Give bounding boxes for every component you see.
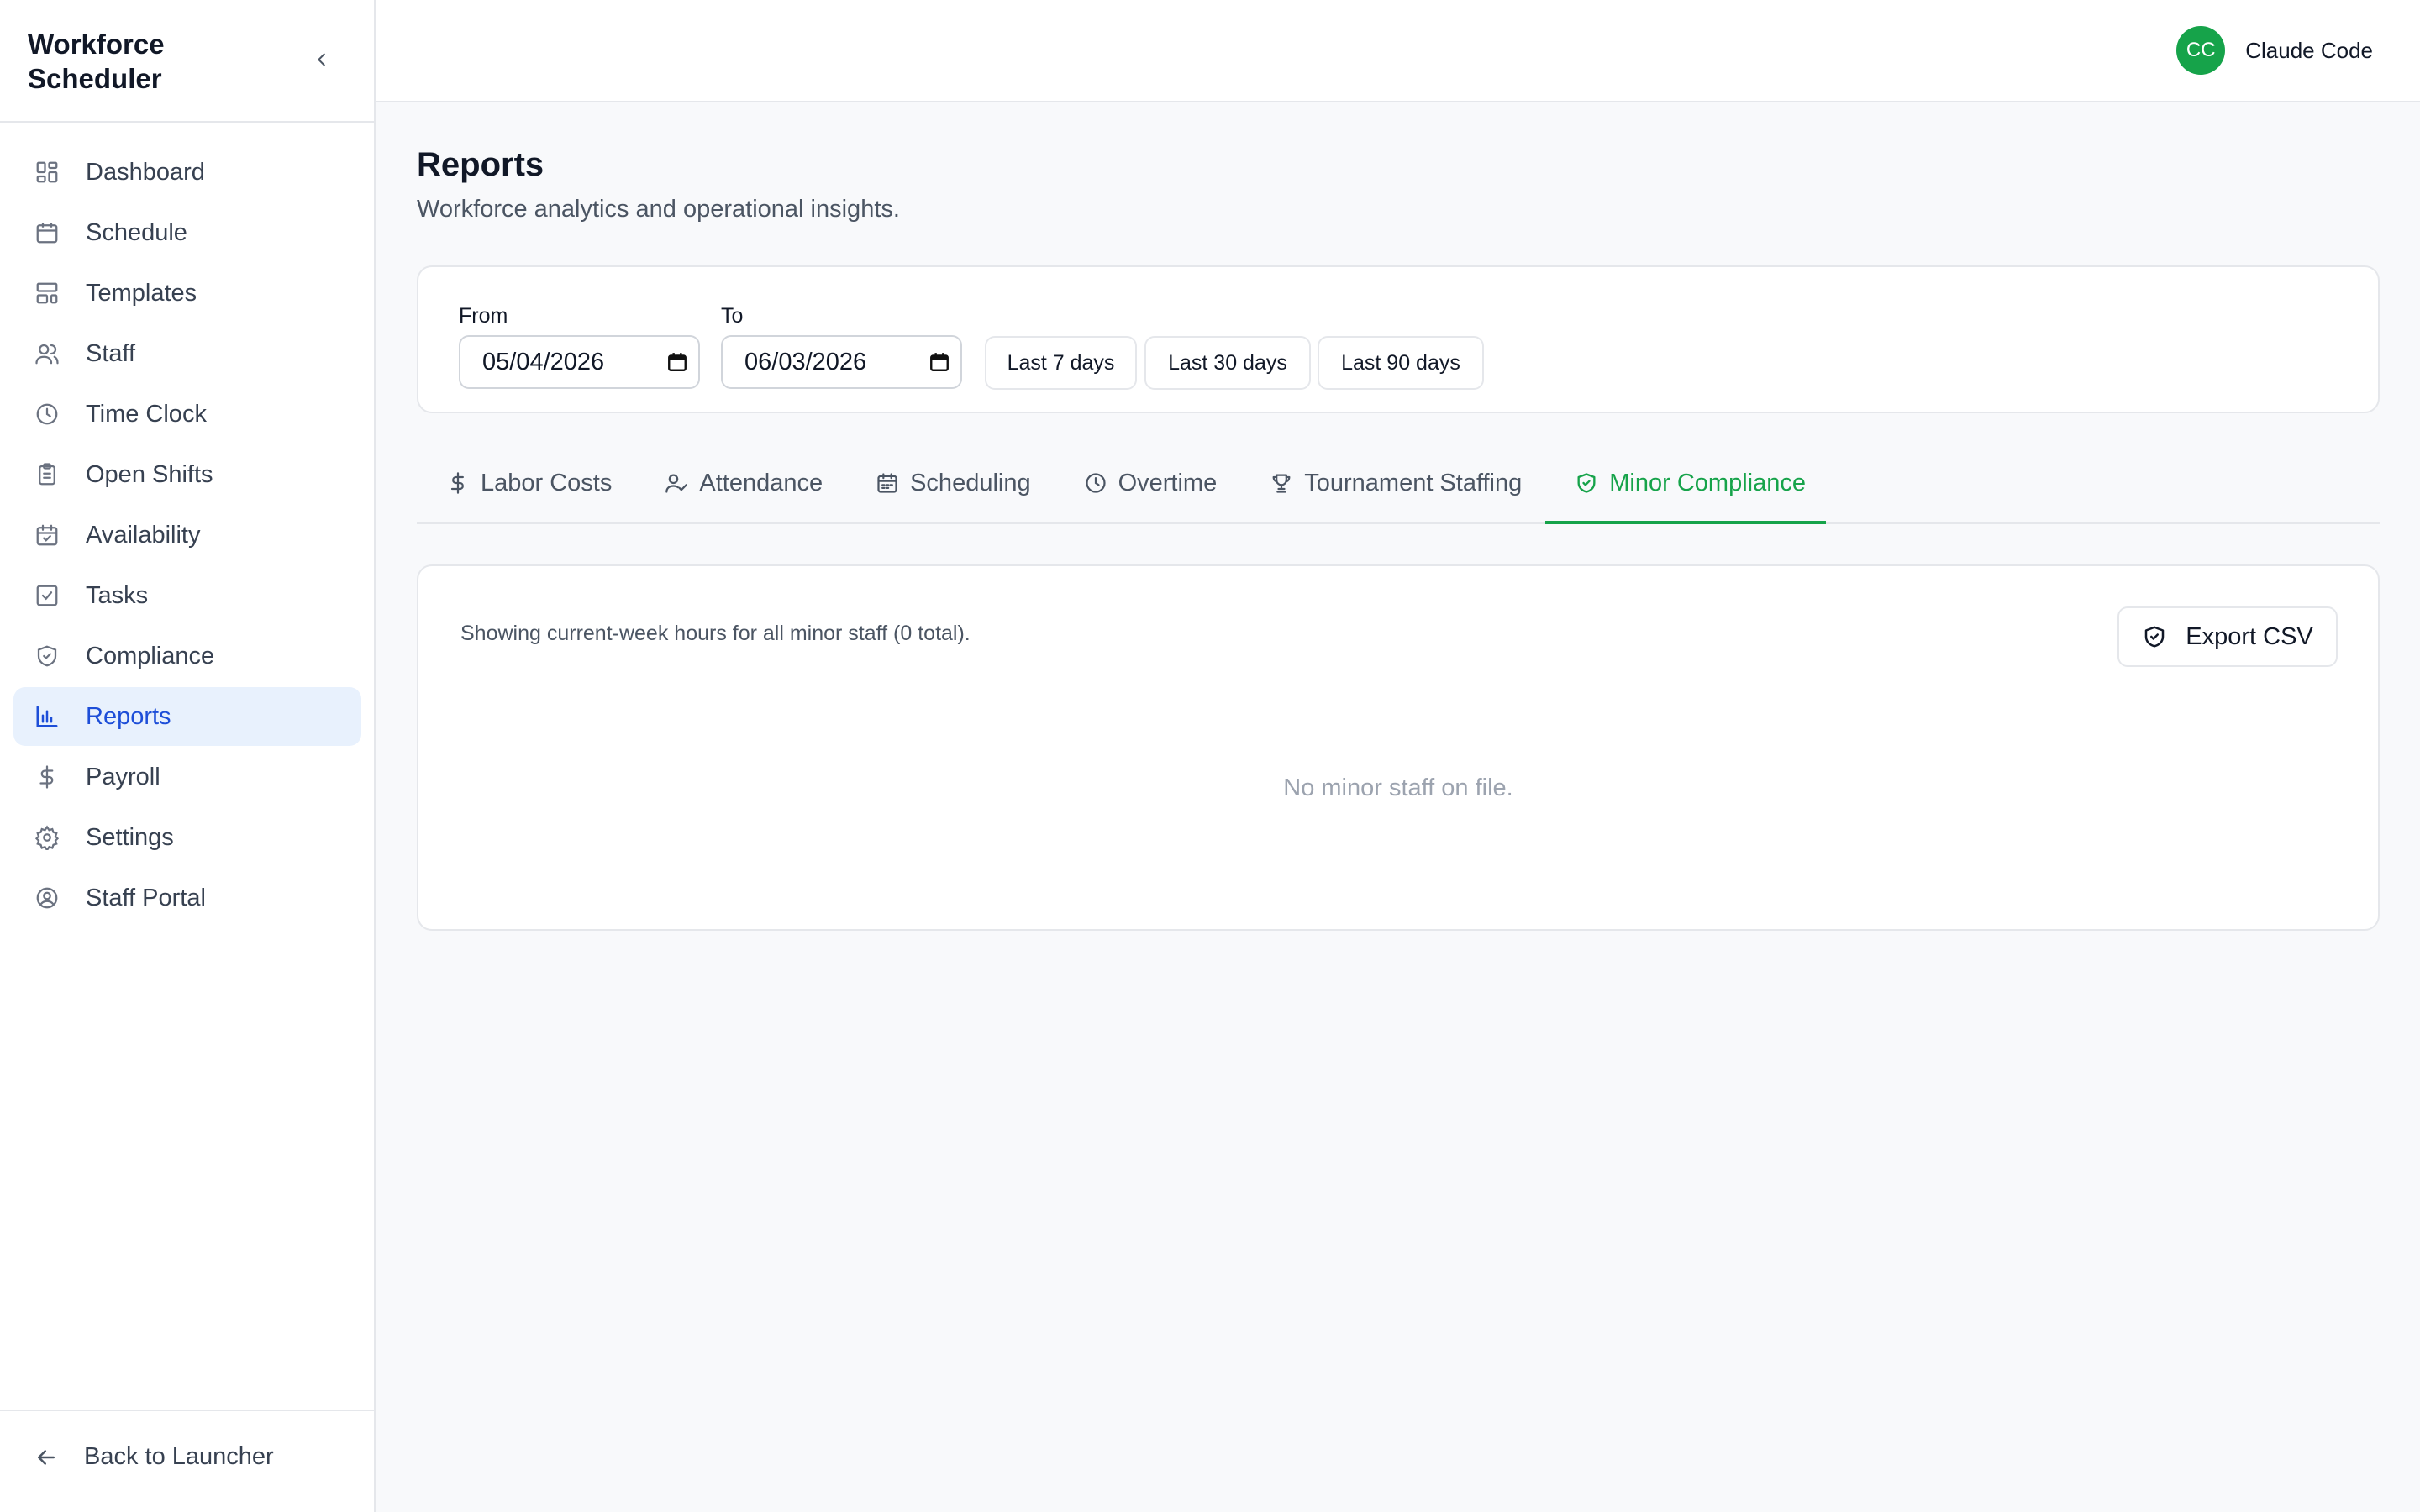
to-date-value: 06/03/2026 [744, 348, 867, 375]
from-date-value: 05/04/2026 [482, 348, 605, 375]
app-title: Workforce Scheduler [28, 29, 165, 94]
date-filter-card: From 05/04/2026 To 06/03/2026 Last 7 day… [417, 265, 2380, 413]
sidebar-item-staff-portal[interactable]: Staff Portal [13, 869, 361, 927]
sidebar-item-label: Schedule [86, 218, 187, 246]
page-subtitle: Workforce analytics and operational insi… [417, 196, 900, 223]
tab-tournament-staffing[interactable]: Tournament Staffing [1240, 449, 1542, 524]
sidebar-item-settings[interactable]: Settings [13, 808, 361, 867]
from-date-input[interactable]: 05/04/2026 [459, 335, 700, 389]
tab-scheduling[interactable]: Scheduling [846, 449, 1051, 524]
clock-icon [34, 401, 60, 428]
last-7-days-button[interactable]: Last 7 days [985, 336, 1137, 390]
export-csv-label: Export CSV [2186, 622, 2313, 650]
to-date-input[interactable]: 06/03/2026 [721, 335, 962, 389]
tab-overtime[interactable]: Overtime [1055, 449, 1238, 524]
main-content: Reports Workforce analytics and operatio… [417, 102, 2380, 931]
user-menu[interactable]: CC Claude Code [2176, 26, 2373, 75]
from-field: From 05/04/2026 [459, 304, 700, 389]
tab-label: Overtime [1118, 469, 1218, 496]
sidebar-item-dashboard[interactable]: Dashboard [13, 143, 361, 202]
dashboard-icon [34, 159, 60, 186]
sidebar-item-label: Dashboard [86, 158, 205, 186]
sidebar-item-reports[interactable]: Reports [13, 687, 361, 746]
bar-chart-icon [34, 703, 60, 730]
sidebar-item-payroll[interactable]: Payroll [13, 748, 361, 806]
tab-attendance[interactable]: Attendance [635, 449, 843, 524]
to-field: To 06/03/2026 [721, 304, 962, 389]
sidebar-item-label: Availability [86, 521, 201, 549]
tab-label: Minor Compliance [1609, 469, 1806, 496]
tab-label: Attendance [699, 469, 823, 496]
clock-icon [1083, 470, 1108, 496]
sidebar-item-label: Settings [86, 823, 174, 851]
template-icon [34, 280, 60, 307]
from-label: From [459, 304, 508, 328]
empty-state-message: No minor staff on file. [1283, 774, 1513, 801]
sidebar-item-time-clock[interactable]: Time Clock [13, 385, 361, 444]
sidebar-item-label: Templates [86, 279, 197, 307]
to-label: To [721, 304, 744, 328]
report-tabs: Labor Costs Attendance Scheduling Overti… [417, 447, 2380, 524]
sidebar-header: Workforce Scheduler [0, 0, 374, 123]
dollar-icon [34, 764, 60, 790]
tab-label: Scheduling [910, 469, 1031, 496]
arrow-left-icon [34, 1445, 59, 1470]
report-summary: Showing current-week hours for all minor… [460, 622, 971, 645]
sidebar-item-label: Reports [86, 702, 171, 730]
gear-icon [34, 824, 60, 851]
minor-compliance-report: Showing current-week hours for all minor… [417, 564, 2380, 931]
sidebar-item-label: Staff [86, 339, 136, 367]
sidebar-item-compliance[interactable]: Compliance [13, 627, 361, 685]
sidebar-item-schedule[interactable]: Schedule [13, 203, 361, 262]
tab-label: Tournament Staffing [1304, 469, 1523, 496]
sidebar-item-label: Time Clock [86, 400, 207, 428]
last-30-days-button[interactable]: Last 30 days [1144, 336, 1311, 390]
dollar-icon [445, 470, 471, 496]
export-csv-button[interactable]: Export CSV [2118, 606, 2338, 667]
sidebar-footer: Back to Launcher [0, 1410, 376, 1512]
avatar: CC [2176, 26, 2226, 75]
shield-check-icon [2142, 624, 2167, 649]
calendar-icon [875, 470, 900, 496]
sidebar-nav: Dashboard Schedule Templates Staff Time … [13, 143, 361, 929]
back-to-launcher-link[interactable]: Back to Launcher [34, 1443, 274, 1471]
tab-labor-costs[interactable]: Labor Costs [417, 449, 632, 524]
page-title: Reports [417, 146, 544, 183]
checkbox-icon [34, 582, 60, 609]
calendar-check-icon [34, 522, 60, 549]
users-icon [34, 340, 60, 367]
sidebar: Workforce Scheduler Dashboard Schedule T… [0, 0, 376, 1512]
user-check-icon [664, 470, 689, 496]
shield-icon [34, 643, 60, 669]
sidebar-item-label: Staff Portal [86, 884, 206, 911]
sidebar-item-availability[interactable]: Availability [13, 506, 361, 564]
trophy-icon [1269, 470, 1294, 496]
calendar-icon [34, 219, 60, 246]
sidebar-item-label: Payroll [86, 763, 160, 790]
sidebar-item-templates[interactable]: Templates [13, 264, 361, 323]
sidebar-item-tasks[interactable]: Tasks [13, 566, 361, 625]
collapse-sidebar-button[interactable] [307, 45, 337, 75]
clipboard-icon [34, 461, 60, 488]
sidebar-item-label: Open Shifts [86, 460, 213, 488]
shield-check-icon [1574, 470, 1599, 496]
tab-label: Labor Costs [481, 469, 613, 496]
sidebar-item-staff[interactable]: Staff [13, 324, 361, 383]
calendar-picker-icon[interactable] [929, 351, 950, 373]
tab-minor-compliance[interactable]: Minor Compliance [1545, 449, 1826, 524]
sidebar-item-open-shifts[interactable]: Open Shifts [13, 445, 361, 504]
sidebar-item-label: Tasks [86, 581, 149, 609]
user-circle-icon [34, 885, 60, 911]
chevron-left-icon [313, 50, 331, 69]
user-name: Claude Code [2245, 37, 2373, 63]
sidebar-item-label: Compliance [86, 642, 215, 669]
last-90-days-button[interactable]: Last 90 days [1318, 336, 1484, 390]
top-bar: CC Claude Code [376, 0, 2420, 102]
calendar-picker-icon[interactable] [666, 351, 688, 373]
back-to-launcher-label: Back to Launcher [84, 1443, 274, 1470]
